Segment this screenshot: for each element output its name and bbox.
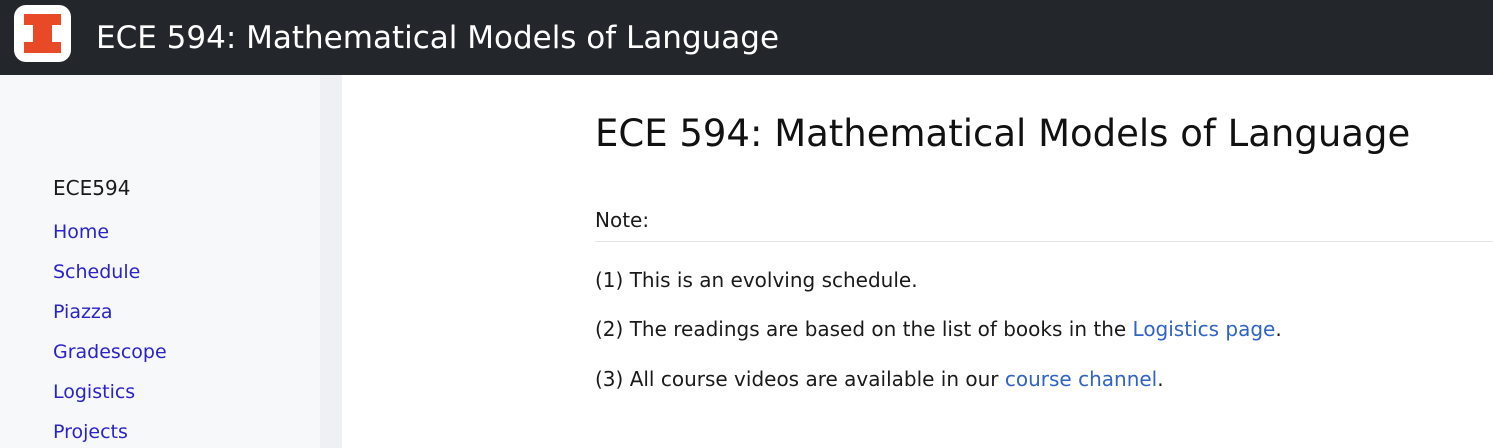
course-channel-link[interactable]: course channel [1005, 367, 1157, 391]
note-line-2-end: . [1275, 317, 1282, 341]
note-line-2: (2) The readings are based on the list o… [595, 316, 1282, 342]
sidebar-item-gradescope[interactable]: Gradescope [53, 340, 167, 364]
note-line-3-text: (3) All course videos are available in o… [595, 367, 1005, 391]
sidebar-item-logistics[interactable]: Logistics [53, 380, 135, 404]
sidebar-item-piazza[interactable]: Piazza [53, 300, 113, 324]
main-content: ECE 594: Mathematical Models of Language… [342, 75, 1493, 448]
sidebar-item-projects[interactable]: Projects [53, 420, 128, 444]
sidebar-scrollbar[interactable] [320, 75, 651, 448]
sidebar-site-name: ECE594 [53, 176, 131, 200]
sidebar-item-schedule[interactable]: Schedule [53, 260, 140, 284]
note-line-2-text: (2) The readings are based on the list o… [595, 317, 1133, 341]
top-navbar: ECE 594: Mathematical Models of Language [0, 0, 1493, 75]
note-line-3-end: . [1157, 367, 1164, 391]
divider [595, 241, 1493, 242]
logistics-page-link[interactable]: Logistics page [1133, 317, 1276, 341]
note-line-1: (1) This is an evolving schedule. [595, 268, 918, 292]
note-label: Note: [595, 208, 650, 232]
illinois-logo-icon[interactable] [14, 5, 71, 62]
note-line-3: (3) All course videos are available in o… [595, 366, 1164, 392]
sidebar-item-home[interactable]: Home [53, 220, 109, 244]
site-brand-title[interactable]: ECE 594: Mathematical Models of Language [96, 17, 779, 59]
page-title: ECE 594: Mathematical Models of Language [595, 112, 1411, 155]
sidebar: ECE594 Home Schedule Piazza Gradescope L… [0, 75, 651, 448]
